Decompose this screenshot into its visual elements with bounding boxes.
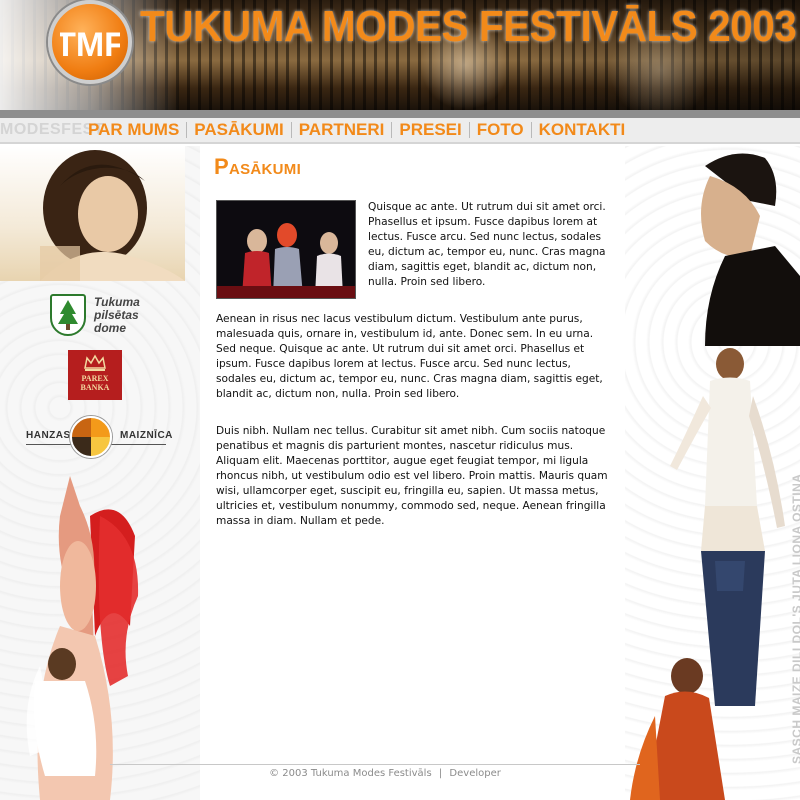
footer-copyright: © 2003 Tukuma Modes Festivāls — [269, 768, 432, 779]
nav-top-strip — [0, 110, 800, 118]
main-nav: MODESFEST PAR MUMS PASĀKUMI PARTNERI PRE… — [0, 118, 800, 144]
parex-label: PAREX BANKA — [68, 374, 122, 392]
page-title: Pasākumi — [214, 154, 302, 179]
nav-items: PAR MUMS PASĀKUMI PARTNERI PRESEI FOTO K… — [88, 120, 625, 140]
footer-separator: | — [438, 768, 443, 779]
hanzas-emblem-icon — [70, 416, 112, 458]
hanzas-label-left: HANZAS — [26, 430, 71, 441]
festival-logo[interactable]: TMF — [48, 0, 132, 84]
parex-line-2: BANKA — [80, 383, 110, 392]
site-title: TUKUMA MODES FESTIVĀLS 2003 — [140, 2, 797, 51]
nav-divider — [186, 122, 188, 138]
event-photo[interactable] — [216, 200, 356, 299]
sponsor-hanzas-maiznica[interactable]: HANZAS MAIZNĪCA — [26, 412, 176, 458]
male-model-illustration — [701, 153, 800, 346]
event-photo-illustration — [217, 201, 355, 298]
dancers-photo — [0, 476, 200, 800]
header-banner: TMF TUKUMA MODES FESTIVĀLS 2003 — [0, 0, 800, 110]
tukums-label: Tukuma pilsētas dome — [94, 296, 184, 335]
nav-item-pasakumi[interactable]: PASĀKUMI — [194, 120, 283, 140]
male-model-photo — [665, 146, 800, 346]
footer-divider — [110, 764, 640, 765]
runway-models-photo — [625, 336, 800, 800]
nav-divider — [530, 122, 532, 138]
svg-text:TMF: TMF — [60, 26, 120, 64]
main-content: Pasākumi Quisque ac ante. Ut rutrum dui … — [214, 146, 614, 766]
footer-developer-link[interactable]: Developer — [449, 768, 500, 779]
tukums-coat-of-arms-icon — [50, 294, 86, 336]
sponsor-parex-banka[interactable]: PAREX BANKA — [68, 350, 122, 400]
nav-item-presei[interactable]: PRESEI — [399, 120, 461, 140]
portrait-illustration — [40, 150, 185, 281]
article-paragraph-2: Aenean in risus nec lacus vestibulum dic… — [216, 313, 603, 400]
photo-credits-caption: SASCH MAIZE DILI DOL'S JUTA LIONA OSTINA — [790, 473, 800, 764]
tukums-line-3: dome — [94, 321, 127, 335]
article-paragraph-1: Quisque ac ante. Ut rutrum dui sit amet … — [368, 201, 606, 288]
parex-line-1: PAREX — [81, 374, 109, 383]
nav-item-kontakti[interactable]: KONTAKTI — [539, 120, 626, 140]
article-paragraph-3: Duis nibh. Nullam nec tellus. Curabitur … — [216, 425, 608, 527]
model-portrait-photo — [0, 146, 185, 281]
dancers-illustration — [26, 476, 139, 800]
tmf-logo-icon: TMF — [60, 26, 120, 64]
runway-models-illustration — [630, 348, 785, 800]
nav-divider — [468, 122, 470, 138]
nav-item-par-mums[interactable]: PAR MUMS — [88, 120, 179, 140]
nav-item-foto[interactable]: FOTO — [477, 120, 524, 140]
crown-icon — [84, 354, 106, 371]
hanzas-label-right: MAIZNĪCA — [120, 430, 173, 441]
nav-divider — [391, 122, 393, 138]
left-sidebar: Tukuma pilsētas dome PAREX BANKA HANZAS … — [0, 146, 200, 800]
right-sidebar — [625, 146, 800, 800]
nav-divider — [290, 122, 292, 138]
sponsor-tukuma-dome[interactable]: Tukuma pilsētas dome — [50, 292, 190, 338]
footer: © 2003 Tukuma Modes Festivāls | Develope… — [0, 768, 770, 779]
nav-item-partneri[interactable]: PARTNERI — [299, 120, 385, 140]
